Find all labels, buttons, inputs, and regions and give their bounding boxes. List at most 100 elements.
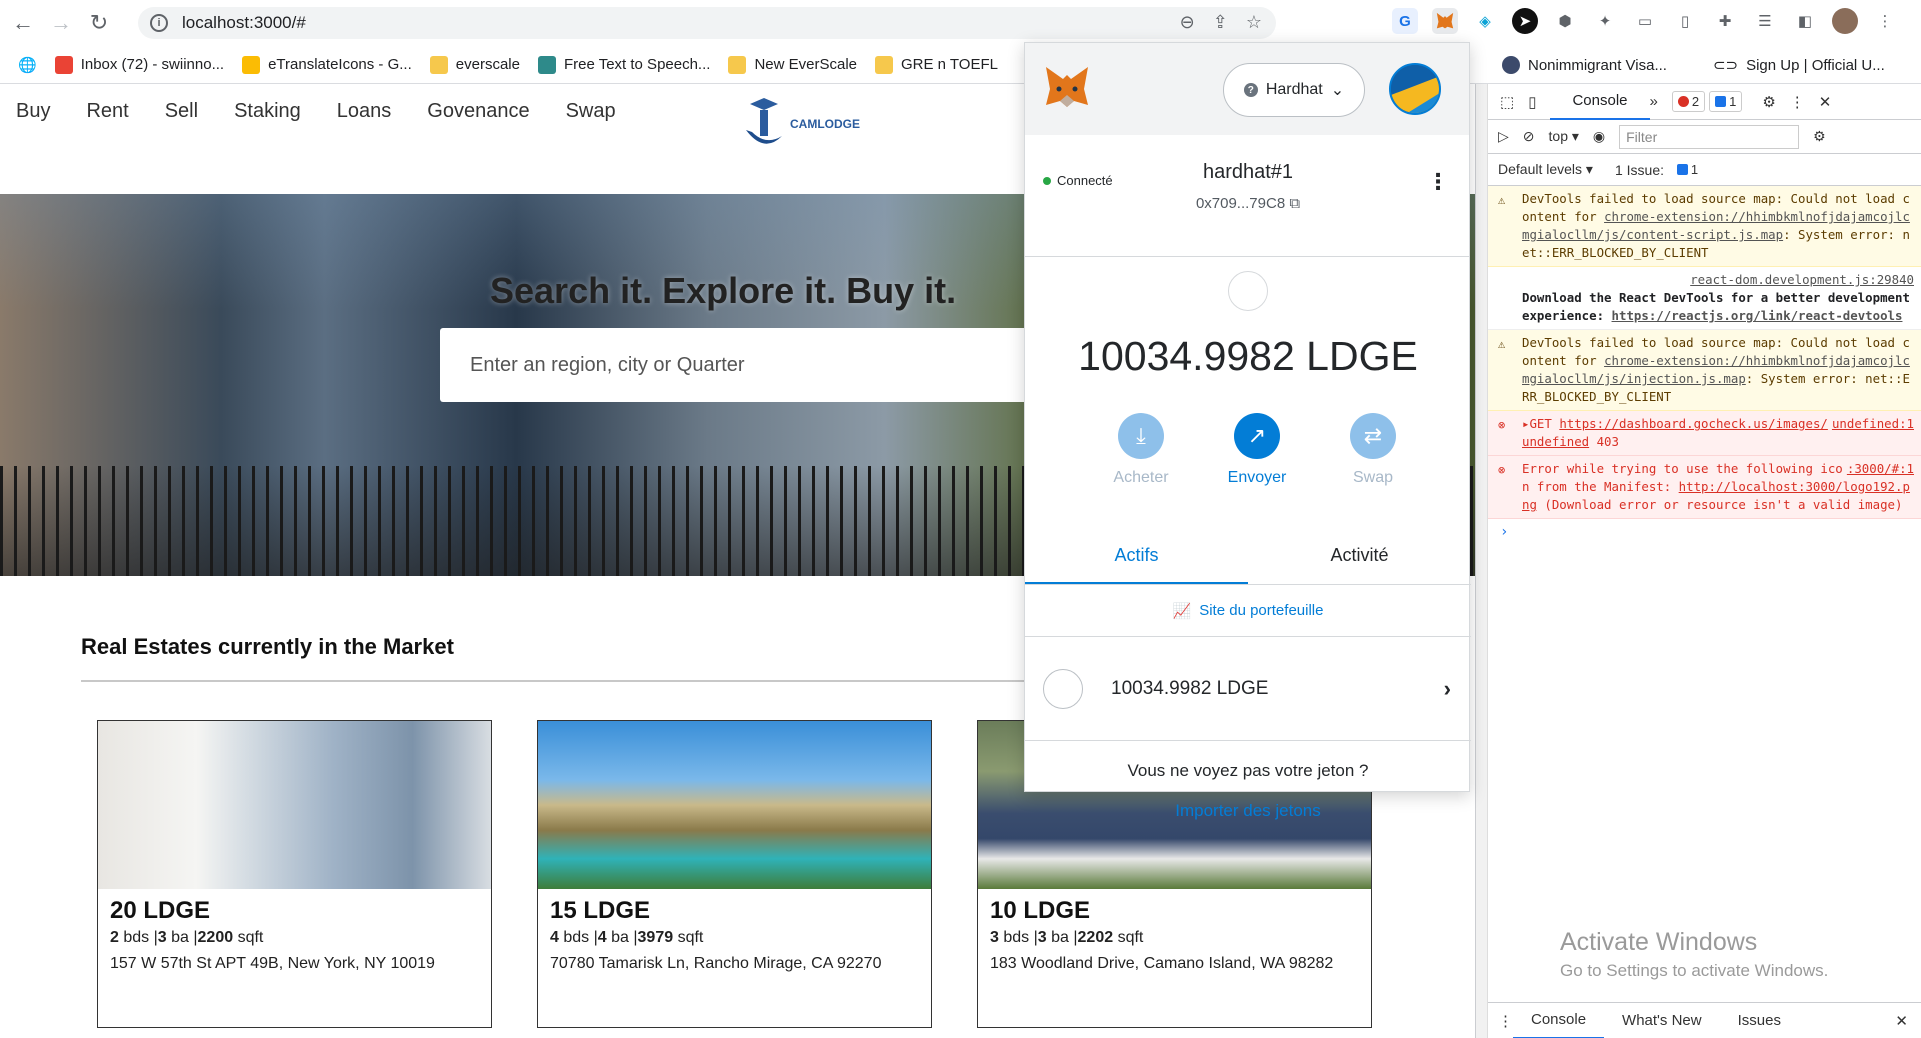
close-icon[interactable]: ✕ xyxy=(1819,93,1832,111)
message-source-link[interactable]: :3000/#:1 xyxy=(1847,460,1914,478)
diamond-extension-icon[interactable]: ◈ xyxy=(1472,8,1498,34)
listing-address: 183 Woodland Drive, Camano Island, WA 98… xyxy=(990,955,1334,972)
omnibox-actions: ⊖ ⇪ ☆ xyxy=(1180,12,1262,33)
nav-rent[interactable]: Rent xyxy=(86,100,128,123)
message-source-link[interactable]: react-dom.development.js:29840 xyxy=(1690,272,1914,287)
account-avatar[interactable] xyxy=(1389,63,1441,115)
bookmark-visa[interactable]: Nonimmigrant Visa... xyxy=(1502,56,1667,74)
error-count-badge[interactable]: 2 xyxy=(1671,91,1706,112)
inspect-element-icon[interactable]: ⬚ xyxy=(1500,93,1514,111)
zoom-icon[interactable]: ⊖ xyxy=(1180,12,1195,33)
warning-icon: ⚠ xyxy=(1498,193,1506,207)
close-drawer-icon[interactable]: ✕ xyxy=(1895,1012,1908,1030)
hero-search[interactable] xyxy=(440,328,1060,402)
send-button[interactable]: ↗ Envoyer xyxy=(1217,413,1297,487)
account-options-icon[interactable]: ⋮ xyxy=(1427,169,1449,195)
drawer-tab-whats-new[interactable]: What's New xyxy=(1604,1003,1720,1038)
site-logo[interactable]: CAMLODGE xyxy=(742,94,860,154)
listing-specs: 3 bds |3 ba |2202 sqft xyxy=(990,929,1144,946)
bookmark-star-icon[interactable]: ☆ xyxy=(1246,12,1262,33)
default-levels-dropdown[interactable]: Default levels ▾ xyxy=(1498,161,1593,178)
info-count-badge[interactable]: 1 xyxy=(1709,91,1743,112)
listing-card[interactable]: 15 LDGE 4 bds |4 ba |3979 sqft 70780 Tam… xyxy=(537,720,932,1028)
chrome-menu-icon[interactable]: ⋮ xyxy=(1872,8,1898,34)
asset-row[interactable]: 10034.9982 LDGE › xyxy=(1025,637,1471,741)
console-message[interactable]: ⊗ :3000/#:1 Error while trying to use th… xyxy=(1488,456,1921,519)
url-text[interactable]: localhost:3000/# xyxy=(182,13,306,33)
nav-buy[interactable]: Buy xyxy=(16,100,50,123)
nav-swap[interactable]: Swap xyxy=(566,100,616,123)
sidebar-toggle-icon[interactable]: ▷ xyxy=(1498,128,1509,145)
bookmark-gre[interactable]: GRE n TOEFL xyxy=(875,55,998,74)
hero-title: Search it. Explore it. Buy it. xyxy=(490,270,957,311)
puzzle-extensions-icon[interactable]: ✚ xyxy=(1712,8,1738,34)
more-tabs-icon[interactable]: » xyxy=(1650,93,1658,110)
bookmark-globe[interactable]: 🌐 xyxy=(18,56,37,74)
portfolio-link[interactable]: 📈 Site du portefeuille xyxy=(1025,585,1471,637)
bookmark-gmail[interactable]: Inbox (72) - swiinno... xyxy=(54,55,224,74)
console-message[interactable]: react-dom.development.js:29840 Download … xyxy=(1488,267,1921,330)
drawer-tab-issues[interactable]: Issues xyxy=(1720,1003,1799,1038)
tab-activity[interactable]: Activité xyxy=(1248,529,1471,584)
settings-gear-icon[interactable]: ⚙ xyxy=(1762,93,1775,111)
console-settings-icon[interactable]: ⚙ xyxy=(1813,128,1826,145)
profile-avatar[interactable] xyxy=(1832,8,1858,34)
drawer-menu-icon[interactable]: ⋮ xyxy=(1498,1012,1513,1030)
device-toggle-icon[interactable]: ▯ xyxy=(1528,93,1536,111)
account-address[interactable]: 0x709...79C8 ⧉ xyxy=(1025,195,1471,212)
bookmark-signup[interactable]: ⊂⊃ Sign Up | Official U... xyxy=(1713,56,1885,75)
share-icon[interactable]: ⇪ xyxy=(1213,12,1228,33)
drawer-tab-console[interactable]: Console xyxy=(1513,1003,1605,1038)
nav-governance[interactable]: Govenance xyxy=(427,100,529,123)
message-source-link[interactable]: undefined:1 xyxy=(1832,415,1914,433)
reload-icon[interactable]: ↻ xyxy=(84,8,114,38)
translate-extension-icon[interactable]: G xyxy=(1392,8,1418,34)
listing-image[interactable] xyxy=(98,721,491,889)
listing-card[interactable]: 20 LDGE 2 bds |3 ba |2200 sqft 157 W 57t… xyxy=(97,720,492,1028)
address-bar[interactable]: i localhost:3000/# ⊖ ⇪ ☆ xyxy=(138,7,1276,39)
buy-button[interactable]: ⤓ Acheter xyxy=(1101,413,1181,487)
forward-arrow-icon[interactable]: → xyxy=(46,8,76,38)
swap-button[interactable]: ⇄ Swap xyxy=(1333,413,1413,487)
bookmark-tts[interactable]: Free Text to Speech... xyxy=(537,55,710,74)
issues-counter[interactable]: 1 Issue: 1 xyxy=(1615,160,1703,179)
nav-sell[interactable]: Sell xyxy=(165,100,198,123)
tab-assets[interactable]: Actifs xyxy=(1025,529,1248,584)
bird-extension-icon[interactable]: ✦ xyxy=(1592,8,1618,34)
console-log: ⚠ DevTools failed to load source map: Co… xyxy=(1488,186,1921,545)
network-selector[interactable]: ? Hardhat ⌄ xyxy=(1223,63,1365,117)
listing-image[interactable] xyxy=(538,721,931,889)
wallet-tabs: Actifs Activité xyxy=(1025,529,1471,585)
tab-console[interactable]: Console xyxy=(1550,84,1650,120)
devtools-menu-icon[interactable]: ⋮ xyxy=(1790,93,1805,111)
telegram-extension-icon[interactable]: ➤ xyxy=(1512,8,1538,34)
back-arrow-icon[interactable]: ← xyxy=(8,8,38,38)
metamask-fox-icon[interactable] xyxy=(1043,65,1091,109)
page-scrollbar[interactable] xyxy=(1476,84,1488,1038)
bookmark-new-everscale[interactable]: New EverScale xyxy=(728,55,857,74)
clear-console-icon[interactable]: ⊘ xyxy=(1523,128,1535,145)
import-tokens-link[interactable]: Importer des jetons xyxy=(1025,801,1471,821)
context-selector[interactable]: top ▾ xyxy=(1549,128,1579,145)
reading-list-icon[interactable]: ☰ xyxy=(1752,8,1778,34)
devtools-panel: ⬚ ▯ Console » 2 1 ⚙ ⋮ ✕ ▷ ⊘ top ▾ ◉ Filt… xyxy=(1475,84,1921,1038)
globe-icon: 🌐 xyxy=(18,56,37,74)
cube-extension-icon[interactable]: ⬢ xyxy=(1552,8,1578,34)
location-search-input[interactable] xyxy=(440,328,1060,402)
bookmark-everscale[interactable]: everscale xyxy=(429,55,520,74)
console-prompt[interactable]: › xyxy=(1488,519,1921,545)
side-panel-icon[interactable]: ◧ xyxy=(1792,8,1818,34)
bookmark-drive[interactable]: eTranslateIcons - G... xyxy=(242,55,412,74)
nav-loans[interactable]: Loans xyxy=(337,100,392,123)
console-filter-input[interactable]: Filter xyxy=(1619,124,1800,149)
metamask-extension-icon[interactable] xyxy=(1432,8,1458,34)
console-message[interactable]: ⚠ DevTools failed to load source map: Co… xyxy=(1488,186,1921,267)
eye-icon[interactable]: ◉ xyxy=(1593,128,1605,145)
copy-icon[interactable]: ⧉ xyxy=(1289,195,1300,212)
nav-staking[interactable]: Staking xyxy=(234,100,301,123)
console-message[interactable]: ⊗ undefined:1 ▸GET https://dashboard.goc… xyxy=(1488,411,1921,456)
page-extension-icon[interactable]: ▯ xyxy=(1672,8,1698,34)
site-info-icon[interactable]: i xyxy=(150,14,168,32)
pill-extension-icon[interactable]: ▭ xyxy=(1632,8,1658,34)
console-message[interactable]: ⚠ DevTools failed to load source map: Co… xyxy=(1488,330,1921,411)
